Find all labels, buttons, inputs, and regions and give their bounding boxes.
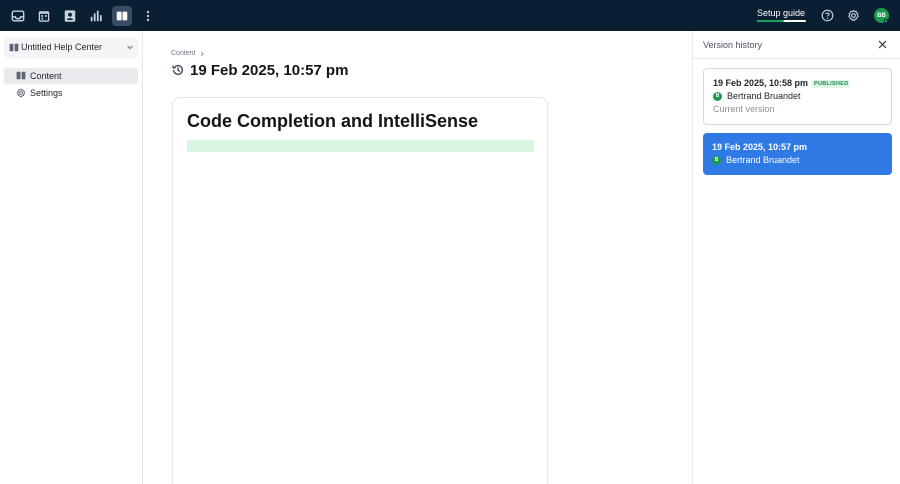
chevron-right-icon — [200, 51, 204, 56]
version-card-selected[interactable]: 19 Feb 2025, 10:57 pm B Bertrand Bruande… — [703, 133, 892, 175]
divider — [693, 58, 900, 59]
version-card[interactable]: 19 Feb 2025, 10:58 pm PUBLISHED B Bertra… — [703, 68, 892, 125]
contacts-icon[interactable] — [60, 6, 80, 26]
reports-icon[interactable] — [86, 6, 106, 26]
book-icon — [9, 43, 19, 52]
author-avatar: B — [713, 91, 722, 101]
author-name: Bertrand Bruandet — [726, 155, 800, 165]
gear-icon — [16, 88, 26, 98]
book-icon — [16, 71, 26, 80]
help-center-selector[interactable]: Untitled Help Center — [4, 37, 138, 58]
close-icon[interactable] — [877, 39, 888, 50]
setup-progress-bar — [757, 20, 806, 22]
version-history-panel: Version history 19 Feb 2025, 10:58 pm PU… — [692, 31, 900, 484]
sidebar-item-label: Settings — [30, 88, 63, 98]
settings-gear-icon[interactable] — [847, 9, 860, 22]
sidebar-item-content[interactable]: Content — [4, 68, 138, 84]
version-author: B Bertrand Bruandet — [712, 155, 800, 165]
version-author: B Bertrand Bruandet — [713, 91, 801, 101]
inbox-icon[interactable] — [8, 6, 28, 26]
top-bar: Setup guide BB — [0, 0, 900, 31]
published-badge: PUBLISHED — [812, 80, 851, 88]
calendar-icon[interactable] — [34, 6, 54, 26]
author-avatar: B — [712, 155, 721, 165]
sidebar: Untitled Help Center Content Settings — [0, 31, 143, 484]
setup-guide-link[interactable]: Setup guide — [757, 8, 805, 18]
diff-added-highlight — [187, 140, 534, 152]
knowledge-icon[interactable] — [112, 6, 132, 26]
chevron-down-icon — [127, 45, 133, 50]
document-preview: Code Completion and IntelliSense — [172, 97, 548, 484]
online-status-dot — [884, 19, 888, 23]
current-version-label: Current version — [713, 104, 775, 114]
history-icon — [172, 64, 184, 75]
more-vertical-icon[interactable] — [138, 6, 158, 26]
version-date: 19 Feb 2025, 10:57 pm — [712, 142, 808, 152]
breadcrumb: Content — [171, 50, 205, 57]
sidebar-item-label: Content — [30, 71, 62, 81]
help-center-name: Untitled Help Center — [21, 42, 103, 52]
panel-title: Version history — [703, 40, 763, 50]
help-icon[interactable] — [821, 9, 834, 22]
document-heading: Code Completion and IntelliSense — [187, 111, 479, 131]
version-date: 19 Feb 2025, 10:58 pm — [713, 78, 809, 88]
sidebar-item-settings[interactable]: Settings — [4, 85, 138, 101]
setup-progress-fill — [757, 20, 784, 22]
breadcrumb-content-link[interactable]: Content — [171, 50, 196, 57]
page-title: 19 Feb 2025, 10:57 pm — [190, 62, 349, 79]
author-name: Bertrand Bruandet — [727, 91, 801, 101]
